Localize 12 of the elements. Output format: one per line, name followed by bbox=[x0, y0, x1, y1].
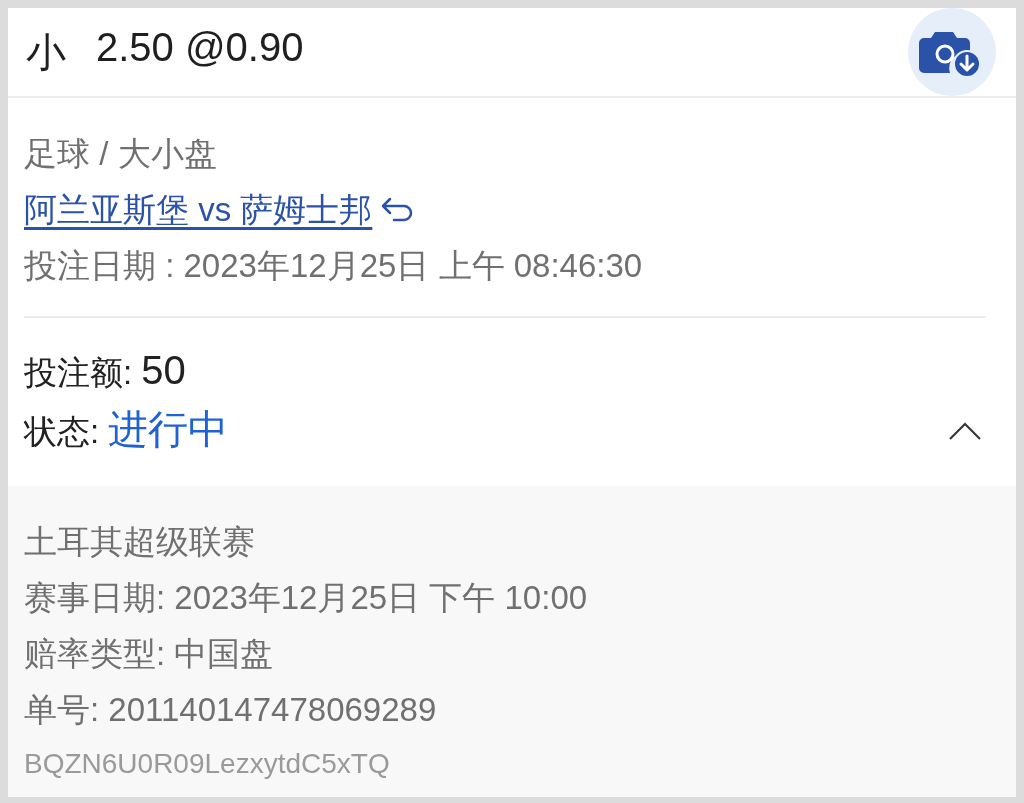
reference-code: BQZN6U0R09LezxytdC5xTQ bbox=[24, 747, 391, 781]
bet-date-text: 投注日期 : 2023年12月25日 上午 08:46:30 bbox=[24, 246, 644, 286]
detail-text: 单号: 201140147478069289 bbox=[24, 690, 438, 730]
detail-text: 赔率类型: 中国盘 bbox=[24, 634, 275, 674]
league-text: 土耳其超级联赛 bbox=[24, 522, 256, 562]
selection-text: 小 bbox=[26, 28, 66, 76]
stake-text: 投注额: 50 bbox=[24, 347, 187, 394]
odds-text: 2.50 @0.90 bbox=[96, 24, 304, 71]
status-text: 状态: 进行中 bbox=[24, 406, 229, 453]
match-link[interactable]: 阿兰亚斯堡 vs 萨姆士邦 bbox=[24, 182, 373, 238]
detail-text: 赛事日期: 2023年12月25日 下午 10:00 bbox=[24, 578, 589, 618]
category-text: 足球 / 大小盘 bbox=[24, 134, 218, 174]
